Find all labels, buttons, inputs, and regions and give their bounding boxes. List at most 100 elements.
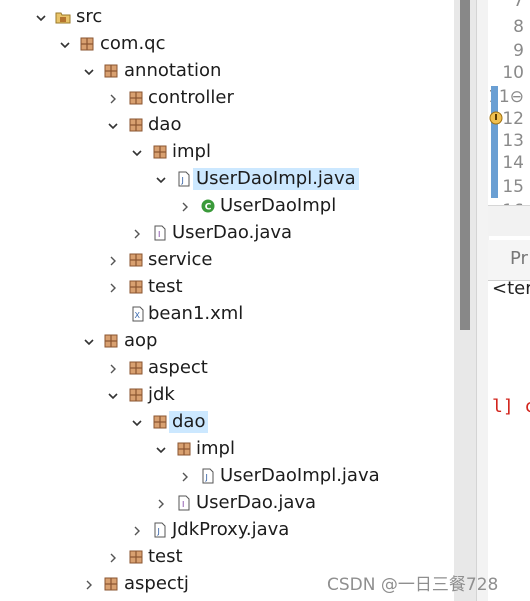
tree-item-label: UserDao.java xyxy=(196,492,317,513)
line-number: 7 xyxy=(513,0,524,11)
svg-text:J: J xyxy=(205,473,208,482)
package-icon xyxy=(103,576,119,592)
chevron-right-icon[interactable] xyxy=(130,523,144,537)
package-explorer: src com.qc annotation controller dao impl J Use… xyxy=(0,0,454,601)
warning-icon[interactable] xyxy=(489,110,503,129)
change-marker-bar xyxy=(491,86,498,198)
chevron-right-icon[interactable] xyxy=(106,280,120,294)
package-icon xyxy=(128,360,144,376)
chevron-down-icon[interactable] xyxy=(130,415,144,429)
tree-item-label: impl xyxy=(172,141,211,162)
console-tab-label: Pr xyxy=(510,248,528,269)
tree-item-label: src xyxy=(76,6,103,27)
tree-item-label: dao xyxy=(169,411,209,433)
package-icon xyxy=(79,36,95,52)
tree-item-userdaoimpl[interactable]: C UserDaoImpl xyxy=(0,193,454,220)
package-icon xyxy=(128,549,144,565)
tree-item-label: controller xyxy=(148,87,234,108)
tree-item-test[interactable]: test xyxy=(0,544,454,571)
chevron-down-icon[interactable] xyxy=(130,145,144,159)
xml-file-icon: X xyxy=(130,306,146,322)
code-editor-gutter: 7891011⊖1213141516 xyxy=(488,0,530,205)
svg-text:X: X xyxy=(135,311,141,320)
tree-item-impl[interactable]: impl xyxy=(0,139,454,166)
chevron-right-icon[interactable] xyxy=(178,199,192,213)
tree-item-aspect[interactable]: aspect xyxy=(0,355,454,382)
line-number: 15 xyxy=(502,177,524,197)
tree-item-dao[interactable]: dao xyxy=(0,409,454,436)
tree-item-userdaoimpl-java[interactable]: J UserDaoImpl.java xyxy=(0,166,454,193)
tree-item-dao[interactable]: dao xyxy=(0,112,454,139)
chevron-right-icon[interactable] xyxy=(178,469,192,483)
tree-item-label: annotation xyxy=(124,60,222,81)
tree-item-impl[interactable]: impl xyxy=(0,436,454,463)
tree-item-label: UserDaoImpl xyxy=(220,195,337,216)
tree-item-jdkproxy-java[interactable]: J JdkProxy.java xyxy=(0,517,454,544)
chevron-right-icon[interactable] xyxy=(82,577,96,591)
chevron-right-icon[interactable] xyxy=(106,91,120,105)
source-folder-icon xyxy=(55,9,71,25)
watermark: CSDN @一日三餐728 xyxy=(327,575,499,595)
chevron-down-icon[interactable] xyxy=(34,10,48,24)
tree-item-src[interactable]: src xyxy=(0,4,454,31)
package-icon xyxy=(103,333,119,349)
chevron-right-icon[interactable] xyxy=(130,226,144,240)
tree-item-label: bean1.xml xyxy=(148,303,244,324)
chevron-down-icon[interactable] xyxy=(154,172,168,186)
tree-item-bean1-xml[interactable]: Xbean1.xml xyxy=(0,301,454,328)
package-icon xyxy=(128,252,144,268)
svg-text:I: I xyxy=(182,500,184,509)
chevron-down-icon[interactable] xyxy=(106,388,120,402)
package-icon xyxy=(128,279,144,295)
tree-item-test[interactable]: test xyxy=(0,274,454,301)
chevron-right-icon[interactable] xyxy=(106,361,120,375)
tree-item-annotation[interactable]: annotation xyxy=(0,58,454,85)
java-file-icon: J xyxy=(176,171,192,187)
tree-item-label: UserDaoImpl.java xyxy=(193,168,359,190)
package-icon xyxy=(128,117,144,133)
tree-item-userdao-java[interactable]: I UserDao.java xyxy=(0,490,454,517)
tree-item-jdk[interactable]: jdk xyxy=(0,382,454,409)
tree-item-label: UserDaoImpl.java xyxy=(220,465,380,486)
tree-item-label: JdkProxy.java xyxy=(172,519,290,540)
chevron-right-icon[interactable] xyxy=(106,550,120,564)
tree-item-label: aop xyxy=(124,330,158,351)
chevron-right-icon[interactable] xyxy=(154,496,168,510)
interface-file-icon: I xyxy=(152,225,168,241)
java-file-icon: J xyxy=(200,468,216,484)
line-number: 10 xyxy=(502,63,524,83)
package-icon xyxy=(128,387,144,403)
tree-item-aop[interactable]: aop xyxy=(0,328,454,355)
chevron-down-icon[interactable] xyxy=(58,37,72,51)
svg-text:I: I xyxy=(158,230,160,239)
tree-item-label: aspectj xyxy=(124,573,189,594)
tree-item-label: aspect xyxy=(148,357,208,378)
chevron-down-icon[interactable] xyxy=(106,118,120,132)
console-output: <terr l] c xyxy=(488,278,530,601)
tree-item-label: jdk xyxy=(148,384,175,405)
package-icon xyxy=(176,441,192,457)
package-icon xyxy=(128,90,144,106)
line-number: 8 xyxy=(513,17,524,37)
tree-item-label: impl xyxy=(196,438,235,459)
chevron-down-icon[interactable] xyxy=(154,442,168,456)
chevron-down-icon[interactable] xyxy=(82,64,96,78)
console-terminated-text: <terr xyxy=(492,278,530,299)
java-file-icon: J xyxy=(152,522,168,538)
svg-text:J: J xyxy=(157,527,160,536)
console-tab[interactable]: Pr xyxy=(488,240,530,281)
line-number: 13 xyxy=(502,131,524,151)
package-icon xyxy=(103,63,119,79)
tree-item-userdaoimpl-java[interactable]: J UserDaoImpl.java xyxy=(0,463,454,490)
tree-item-controller[interactable]: controller xyxy=(0,85,454,112)
interface-file-icon: I xyxy=(176,495,192,511)
tree-item-userdao-java[interactable]: I UserDao.java xyxy=(0,220,454,247)
tree-item-com-qc[interactable]: com.qc xyxy=(0,31,454,58)
chevron-right-icon[interactable] xyxy=(106,253,120,267)
tree-item-label: dao xyxy=(148,114,182,135)
tree-item-service[interactable]: service xyxy=(0,247,454,274)
line-number: 12 xyxy=(502,109,524,129)
line-number: 9 xyxy=(513,41,524,61)
chevron-down-icon[interactable] xyxy=(82,334,96,348)
scrollbar-thumb[interactable] xyxy=(460,0,470,330)
